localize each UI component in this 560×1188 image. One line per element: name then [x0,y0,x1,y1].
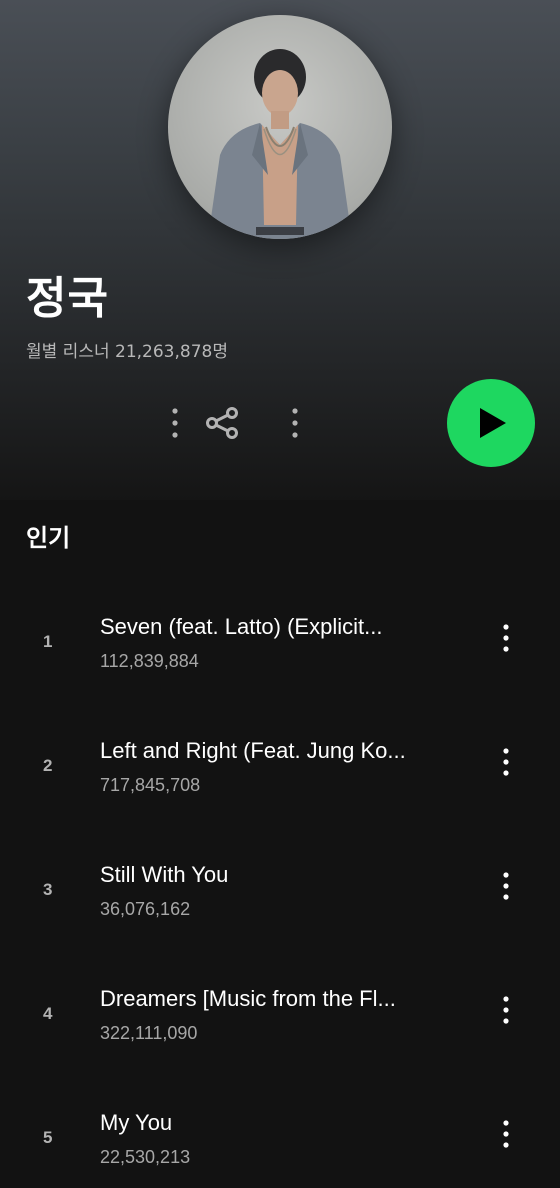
track-more-icon[interactable] [490,618,522,658]
track-row[interactable]: 4 Dreamers [Music from the Fl... 322,111… [0,976,560,1060]
track-play-count: 322,111,090 [100,1023,198,1043]
monthly-listeners: 월별 리스너 21,263,878명 [26,342,228,362]
track-play-count: 717,845,708 [100,775,201,795]
track-title: Seven (feat. Latto) (Explicit... [100,614,383,639]
track-rank: 4 [43,1004,53,1023]
track-rank: 5 [43,1128,53,1147]
track-rank: 1 [43,632,53,651]
track-title: My You [100,1110,173,1135]
track-more-icon[interactable] [490,866,522,906]
play-icon [480,408,506,438]
track-title: Still With You [100,862,229,887]
artist-name: 정국 [26,273,109,324]
popular-section-title: 인기 [26,524,71,552]
artist-avatar [168,15,392,239]
play-button[interactable] [447,379,535,467]
track-row[interactable]: 5 My You 22,530,213 [0,1100,560,1184]
track-play-count: 36,076,162 [100,899,191,919]
track-play-count: 112,839,884 [100,651,199,671]
track-rank: 2 [43,756,53,775]
share-icon[interactable] [203,404,241,442]
vertical-dots-icon[interactable] [163,404,187,442]
track-row[interactable]: 2 Left and Right (Feat. Jung Ko... 717,8… [0,728,560,812]
track-rank: 3 [43,880,53,899]
track-more-icon[interactable] [490,742,522,782]
track-row[interactable]: 3 Still With You 36,076,162 [0,852,560,936]
artist-photo [208,49,352,239]
track-play-count: 22,530,213 [100,1147,191,1167]
track-row[interactable]: 1 Seven (feat. Latto) (Explicit... 112,8… [0,604,560,688]
track-more-icon[interactable] [490,1114,522,1154]
track-title: Left and Right (Feat. Jung Ko... [100,738,406,763]
track-more-icon[interactable] [490,990,522,1030]
track-title: Dreamers [Music from the Fl... [100,986,396,1011]
more-options-icon[interactable] [283,404,307,442]
